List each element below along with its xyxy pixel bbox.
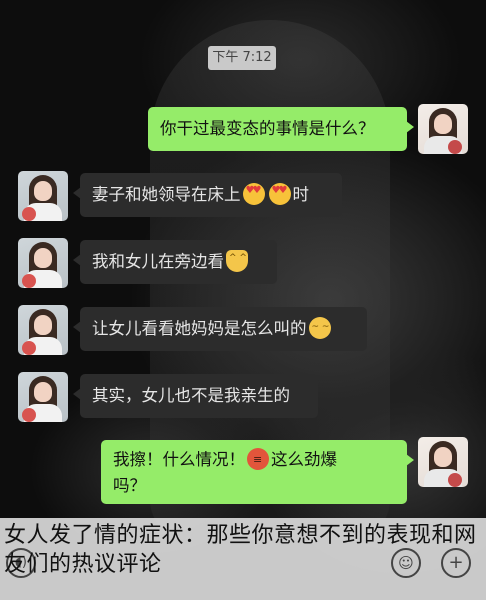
contact-avatar[interactable]: [18, 372, 68, 422]
overlay-caption: 女人发了情的症状：那些你意想不到的表现和网友们的热议评论: [4, 523, 477, 577]
message-text: 我和女儿在旁边看: [92, 252, 224, 271]
message-text: 你干过最变态的事情是什么？: [160, 119, 375, 138]
angry-face-emoji-icon: [247, 448, 269, 470]
contact-avatar[interactable]: [18, 171, 68, 221]
smiling-cat-emoji-icon: [226, 250, 248, 272]
contact-avatar[interactable]: [18, 238, 68, 288]
message-text-tail: 时: [292, 185, 310, 204]
message-bubble-sent[interactable]: 我擦！什么情况！ 这么劲爆 吗？: [101, 440, 414, 504]
my-avatar[interactable]: [418, 104, 468, 154]
message-bubble-received[interactable]: 其实，女儿也不是我亲生的: [73, 374, 318, 418]
message-bubble-received[interactable]: 妻子和她领导在床上 时: [73, 173, 342, 217]
message-text: 我擦！什么情况！: [113, 450, 245, 469]
message-text-tail: 这么劲爆: [271, 450, 337, 469]
message-bubble-received[interactable]: 我和女儿在旁边看: [73, 240, 277, 284]
message-bubble-received[interactable]: 让女儿看看她妈妈是怎么叫的: [73, 307, 367, 351]
timestamp: 下午 7:12: [208, 46, 276, 70]
message-text: 妻子和她领导在床上: [92, 185, 241, 204]
heart-eyes-emoji-icon: [242, 183, 265, 205]
message-bubble-sent[interactable]: 你干过最变态的事情是什么？: [148, 107, 414, 151]
contact-avatar[interactable]: [18, 305, 68, 355]
message-text: 让女儿看看她妈妈是怎么叫的: [92, 319, 307, 338]
message-text-line2: 吗？: [113, 476, 146, 495]
my-avatar[interactable]: [418, 437, 468, 487]
persevering-face-emoji-icon: [308, 317, 331, 339]
message-text: 其实，女儿也不是我亲生的: [92, 386, 290, 405]
heart-eyes-emoji-icon: [268, 183, 291, 205]
